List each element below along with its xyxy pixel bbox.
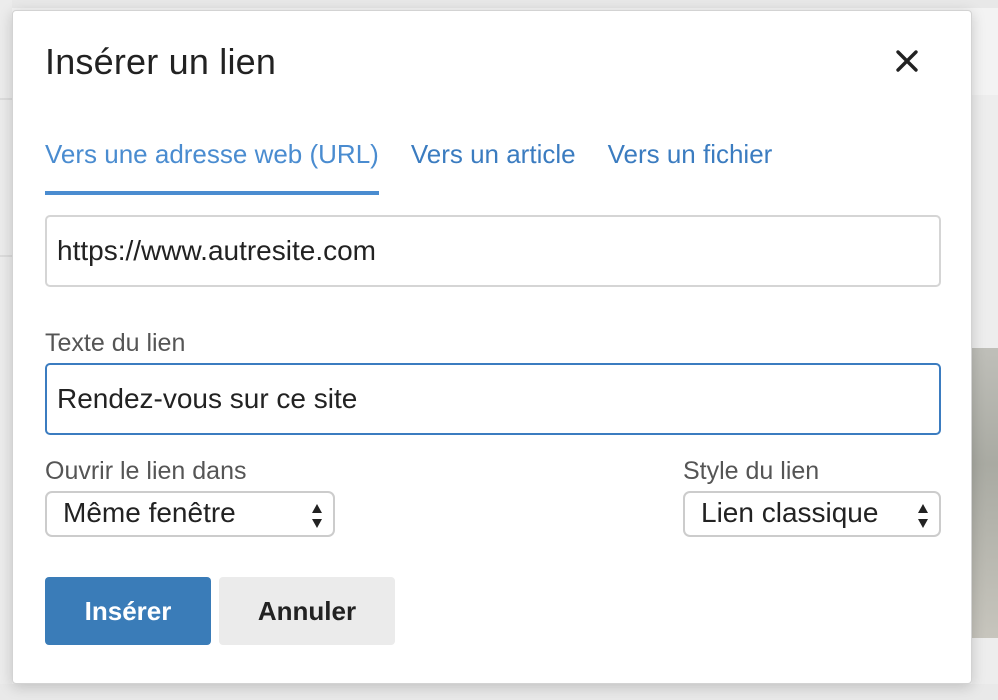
- open-in-label: Ouvrir le lien dans: [45, 457, 247, 485]
- close-button[interactable]: [889, 45, 925, 81]
- insert-button[interactable]: Insérer: [45, 577, 211, 645]
- link-style-label: Style du lien: [683, 457, 820, 485]
- background-divider: [0, 255, 12, 257]
- tab-web-address[interactable]: Vers une adresse web (URL): [45, 135, 379, 195]
- link-text-input[interactable]: [45, 363, 941, 435]
- close-icon: [895, 49, 919, 78]
- background-left-strip: [0, 0, 12, 700]
- link-type-tabs: Vers une adresse web (URL) Vers un artic…: [45, 135, 804, 195]
- open-in-select[interactable]: Même fenêtre: [45, 491, 335, 537]
- tab-article[interactable]: Vers un article: [411, 135, 576, 191]
- background-image: [972, 348, 998, 638]
- cancel-button[interactable]: Annuler: [219, 577, 395, 645]
- select-arrows-icon: [311, 501, 323, 529]
- open-in-selected-value: Même fenêtre: [63, 497, 236, 528]
- select-arrows-icon: [917, 501, 929, 529]
- tab-file[interactable]: Vers un fichier: [608, 135, 773, 191]
- insert-link-dialog: Insérer un lien Vers une adresse web (UR…: [12, 10, 972, 684]
- background-divider: [0, 98, 12, 100]
- dialog-title: Insérer un lien: [45, 41, 277, 82]
- background-footer: [0, 684, 998, 700]
- link-style-selected-value: Lien classique: [701, 497, 879, 528]
- url-input[interactable]: [45, 215, 941, 287]
- link-text-label: Texte du lien: [45, 329, 186, 357]
- background-top-bar: [0, 0, 998, 8]
- link-style-select[interactable]: Lien classique: [683, 491, 941, 537]
